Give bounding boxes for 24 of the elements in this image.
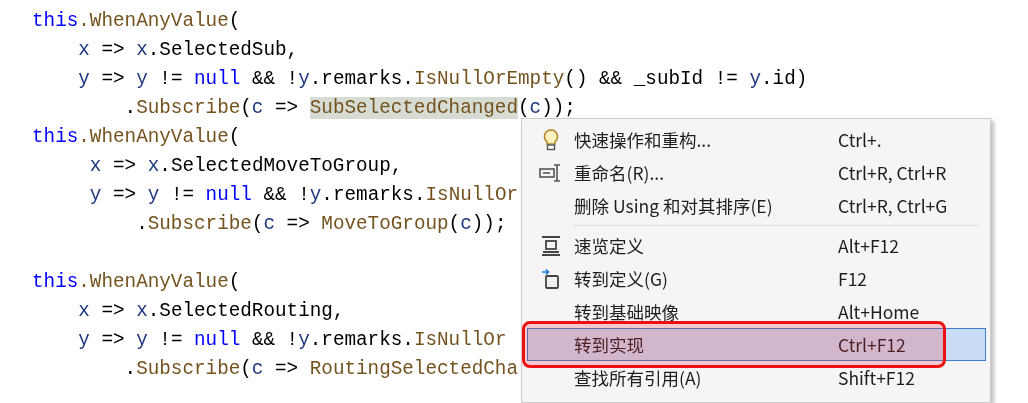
menu-item[interactable]: 转到实现 Ctrl+F12 [527, 328, 986, 361]
code-line: this.WhenAnyValue( [32, 125, 241, 150]
go-to-definition-icon [541, 267, 561, 290]
code-line: y => y != null && !y.remarks.IsNullOrEmpty() && _subId != y.id) [77, 67, 808, 92]
menu-item[interactable]: 重命名(R)... Ctrl+R, Ctrl+R [527, 156, 986, 189]
code-line: this.WhenAnyValue( [32, 270, 241, 295]
menu-item[interactable]: 快速操作和重构... Ctrl+. [527, 123, 986, 156]
code-line: x => x.SelectedMoveToGroup, [88, 154, 403, 179]
code-line: .Subscribe(c => RoutingSelectedCha [123, 357, 518, 382]
code-line: .Subscribe(c => MoveToGroup(c)); [135, 212, 507, 237]
code-line: x => x.SelectedSub, [77, 38, 299, 63]
menu-item[interactable]: 转到基础映像 Alt+Home [527, 295, 986, 328]
rename-icon [539, 163, 563, 182]
menu-item[interactable]: 转到定义(G) F12 [527, 262, 986, 295]
peek-definition-icon [541, 234, 561, 257]
code-line: y => y != null && !y.remarks.IsNullOr [77, 328, 507, 353]
code-line: y => y != null && !y.remarks.IsNullOr [88, 183, 519, 208]
menu-item[interactable]: 查找所有引用(A) Shift+F12 [527, 361, 986, 394]
code-line: x => x.SelectedRouting, [77, 299, 345, 324]
code-line: .Subscribe(c => SubSelectedChanged(c)); [123, 96, 576, 121]
menu-item[interactable]: 速览定义 Alt+F12 [527, 229, 986, 262]
code-line: this.WhenAnyValue( [32, 9, 241, 34]
menu-item[interactable]: 删除 Using 和对其排序(E) Ctrl+R, Ctrl+G [527, 189, 986, 222]
lightbulb-icon [543, 128, 559, 151]
